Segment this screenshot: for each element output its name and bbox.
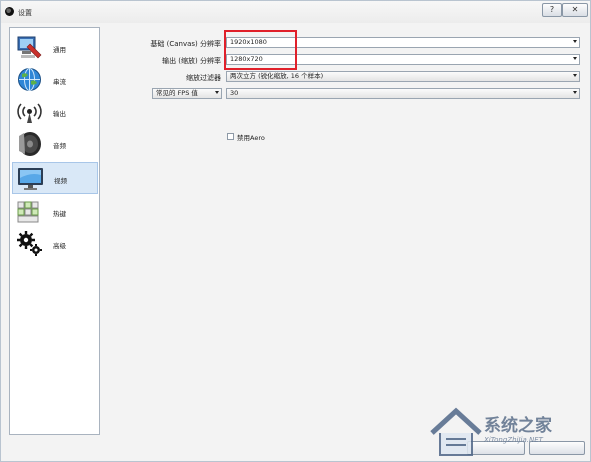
sidebar-item-video[interactable]: 视频 [12,162,98,194]
base-resolution-label: 基础 (Canvas) 分辨率 [150,40,221,48]
window-title: 设置 [18,9,32,17]
sidebar-item-label: 热键 [53,210,66,218]
video-monitor-icon [18,168,43,190]
sidebar-item-label: 视频 [54,177,67,185]
disable-aero-checkbox[interactable] [227,133,234,140]
disable-aero-label: 禁用Aero [237,134,265,142]
output-resolution-label: 输出 (缩放) 分辨率 [162,57,221,65]
sidebar-item-hotkeys[interactable]: 热键 [12,196,98,228]
stream-globe-icon [18,68,41,91]
sidebar-item-audio[interactable]: 音频 [12,128,98,160]
chevron-down-icon [573,57,577,60]
house-logo-icon [430,407,482,456]
watermark: 系统之家 XiTongZhiJia.NET [426,403,591,461]
general-settings-icon [17,36,42,59]
fps-type-combo[interactable]: 常见的 FPS 值 [152,88,222,99]
watermark-brand: 系统之家 [484,416,552,436]
output-antenna-icon [17,103,42,123]
obs-app-icon [5,7,14,16]
chevron-down-icon [573,40,577,43]
help-button[interactable]: ? [542,3,562,17]
hotkeys-keyboard-icon [17,201,39,223]
title-bar: 设置 ? ✕ [1,1,590,23]
chevron-down-icon [215,91,219,94]
watermark-url: XiTongZhiJia.NET [484,436,543,444]
chevron-down-icon [573,74,577,77]
close-button[interactable]: ✕ [562,3,588,17]
sidebar-item-general[interactable]: 通用 [12,32,98,64]
sidebar-item-label: 串流 [53,78,66,86]
resolution-highlight-box [224,30,297,70]
sidebar-item-label: 高级 [53,242,66,250]
fps-value-combo[interactable]: 30 [226,88,580,99]
chevron-down-icon [573,91,577,94]
fps-type-value: 常见的 FPS 值 [156,89,198,97]
sidebar-item-label: 输出 [53,110,66,118]
downscale-filter-value: 两次立方 (锐化缩放, 16 个样本) [230,72,324,80]
sidebar-item-output[interactable]: 输出 [12,96,98,128]
sidebar-item-advanced[interactable]: 高级 [12,228,98,260]
downscale-filter-label: 缩放过滤器 [186,74,221,82]
audio-speaker-icon [19,132,41,156]
settings-window: 设置 ? ✕ 通用 串流 输出 音频 视频 热键 高级 基础 (Canvas) … [0,0,591,462]
sidebar-item-label: 音频 [53,142,66,150]
advanced-gears-icon [17,231,42,256]
downscale-filter-combo[interactable]: 两次立方 (锐化缩放, 16 个样本) [226,71,580,82]
fps-value: 30 [230,89,239,97]
settings-sidebar: 通用 串流 输出 音频 视频 热键 高级 [9,27,100,435]
sidebar-item-label: 通用 [53,46,66,54]
sidebar-item-stream[interactable]: 串流 [12,64,98,96]
